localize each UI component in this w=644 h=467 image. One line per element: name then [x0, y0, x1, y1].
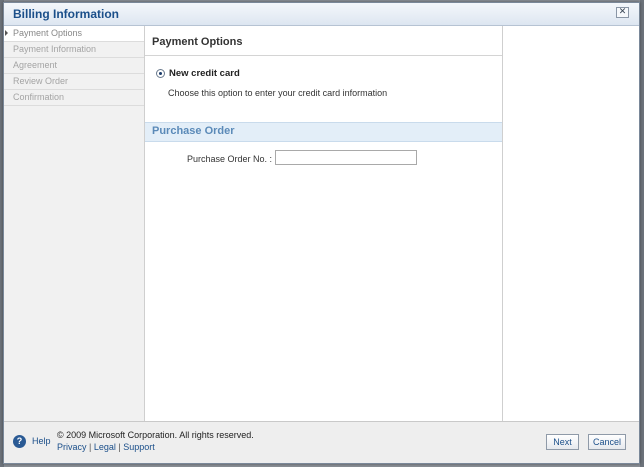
nav-item-payment-information[interactable]: Payment Information: [4, 42, 144, 58]
nav-item-label: Payment Options: [13, 28, 83, 38]
nav-item-label: Confirmation: [13, 92, 65, 102]
arrow-right-icon: [5, 30, 8, 36]
dialog-title: Billing Information: [13, 7, 119, 21]
nav-item-payment-options[interactable]: Payment Options: [4, 26, 144, 42]
nav-item-confirmation[interactable]: Confirmation: [4, 90, 144, 106]
cancel-button[interactable]: Cancel: [588, 434, 626, 450]
next-button[interactable]: Next: [546, 434, 579, 450]
purchase-order-title: Purchase Order: [152, 125, 235, 137]
section-title: Payment Options: [152, 36, 243, 48]
title-bar: Billing Information ✕: [4, 3, 639, 26]
nav-item-label: Agreement: [13, 60, 58, 70]
nav-item-review-order[interactable]: Review Order: [4, 74, 144, 90]
radio-selected-icon[interactable]: [156, 69, 165, 78]
footer: ? Help © 2009 Microsoft Corporation. All…: [4, 421, 639, 463]
divider: [145, 55, 502, 56]
nav-item-agreement[interactable]: Agreement: [4, 58, 144, 74]
support-link[interactable]: Support: [123, 442, 155, 452]
right-pane: [503, 26, 639, 422]
main-content: Payment Options New credit card Choose t…: [145, 26, 503, 422]
footer-links: Privacy | Legal | Support: [57, 442, 155, 452]
help-link[interactable]: Help: [32, 436, 51, 446]
purchase-order-header: Purchase Order: [145, 122, 502, 142]
wizard-steps-nav: Payment Options Payment Information Agre…: [4, 26, 145, 422]
purchase-order-label: Purchase Order No. :: [187, 154, 273, 164]
close-icon[interactable]: ✕: [616, 7, 629, 18]
option-label[interactable]: New credit card: [169, 68, 240, 79]
new-credit-card-option[interactable]: New credit card: [156, 68, 240, 79]
link-separator: |: [86, 442, 94, 452]
nav-item-label: Payment Information: [13, 44, 97, 54]
nav-item-label: Review Order: [13, 76, 69, 86]
billing-dialog: Billing Information ✕ Payment Options Pa…: [3, 2, 640, 464]
legal-link[interactable]: Legal: [94, 442, 116, 452]
help-icon[interactable]: ?: [13, 435, 26, 448]
privacy-link[interactable]: Privacy: [57, 442, 87, 452]
copyright-text: © 2009 Microsoft Corporation. All rights…: [57, 430, 254, 440]
option-description: Choose this option to enter your credit …: [168, 88, 388, 98]
purchase-order-input[interactable]: [275, 150, 417, 165]
background-page-right: [640, 0, 644, 467]
